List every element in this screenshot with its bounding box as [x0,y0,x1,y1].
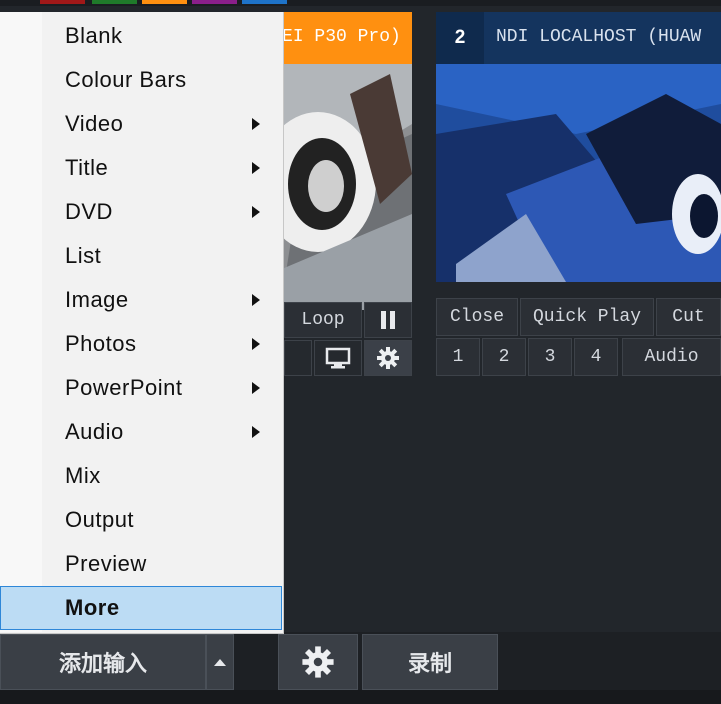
menu-item-colour-bars[interactable]: Colour Bars [0,58,282,102]
menu-item-output[interactable]: Output [0,498,282,542]
menu-item-label: Image [65,287,129,312]
menu-item-label: Blank [65,23,123,48]
top-strip [0,0,721,6]
menu-item-label: List [65,243,102,268]
menu-item-label: Mix [65,463,101,488]
color-tab-purple [192,0,237,4]
color-tab-orange [142,0,187,4]
input-2-preview[interactable] [436,64,721,282]
submenu-arrow-icon [252,162,260,174]
monitor-icon [325,347,351,369]
color-tab-blue [242,0,287,4]
add-input-menu: Blank Colour Bars Video Title DVD List I… [0,12,284,634]
monitor-button[interactable] [314,340,362,376]
cut-button[interactable]: Cut [656,298,721,336]
input-1-title: EI P30 Pro) [282,27,401,47]
audio-button[interactable]: Audio [622,338,721,376]
menu-item-preview[interactable]: Preview [0,542,282,586]
menu-item-list[interactable]: List [0,234,282,278]
menu-item-image[interactable]: Image [0,278,282,322]
input-1-settings-button[interactable] [364,340,412,376]
settings-button[interactable] [278,634,358,690]
overlay-1-button[interactable]: 1 [436,338,480,376]
input-2-header[interactable]: 2 NDI LOCALHOST (HUAW [436,12,721,64]
menu-item-label: PowerPoint [65,375,183,400]
menu-item-title[interactable]: Title [0,146,282,190]
submenu-arrow-icon [252,382,260,394]
submenu-arrow-icon [252,338,260,350]
menu-item-audio[interactable]: Audio [0,410,282,454]
menu-item-label: Title [65,155,109,180]
input-1-blank-button[interactable] [284,340,312,376]
menu-item-video[interactable]: Video [0,102,282,146]
menu-item-label: Preview [65,551,147,576]
record-button[interactable]: 录制 [362,634,498,690]
overlay-4-button[interactable]: 4 [574,338,618,376]
status-strip [0,690,721,704]
menu-item-label: Video [65,111,124,136]
quick-play-button[interactable]: Quick Play [520,298,654,336]
input-2-title: NDI LOCALHOST (HUAW [496,27,702,47]
menu-item-label: DVD [65,199,113,224]
input-panel-2: 2 NDI LOCALHOST (HUAW Close Quick Play C… [436,12,721,378]
caret-up-icon [214,659,226,666]
menu-item-more[interactable]: More [0,586,282,630]
menu-item-label: Audio [65,419,124,444]
gear-icon [302,646,334,678]
menu-item-photos[interactable]: Photos [0,322,282,366]
menu-item-label: Output [65,507,135,532]
loop-button[interactable]: Loop [284,302,362,338]
overlay-2-button[interactable]: 2 [482,338,526,376]
pause-icon [381,311,395,329]
menu-item-powerpoint[interactable]: PowerPoint [0,366,282,410]
color-tab-red [40,0,85,4]
submenu-arrow-icon [252,206,260,218]
add-input-button[interactable]: 添加输入 [0,634,206,690]
menu-item-mix[interactable]: Mix [0,454,282,498]
menu-item-label: More [65,595,120,620]
menu-item-dvd[interactable]: DVD [0,190,282,234]
color-tab-green [92,0,137,4]
gear-icon [377,347,399,369]
overlay-3-button[interactable]: 3 [528,338,572,376]
menu-item-blank[interactable]: Blank [0,14,282,58]
menu-item-label: Colour Bars [65,67,187,92]
add-input-dropdown-button[interactable] [206,634,234,690]
close-button[interactable]: Close [436,298,518,336]
pause-button[interactable] [364,302,412,338]
menu-item-label: Photos [65,331,137,356]
submenu-arrow-icon [252,118,260,130]
submenu-arrow-icon [252,426,260,438]
input-2-number: 2 [436,12,484,64]
input-2-preview-image [436,64,721,282]
submenu-arrow-icon [252,294,260,306]
